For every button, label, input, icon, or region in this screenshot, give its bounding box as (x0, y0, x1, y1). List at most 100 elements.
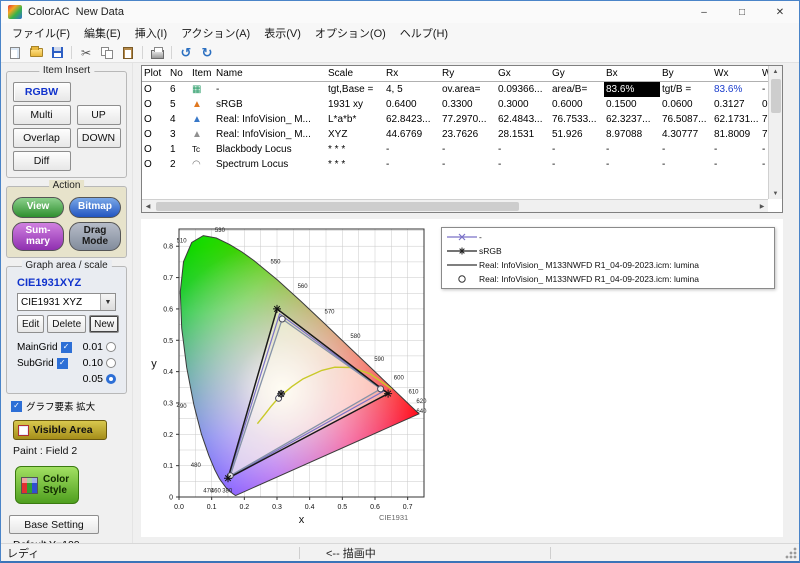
paste-icon[interactable] (119, 44, 137, 61)
column-header[interactable]: Wx (712, 66, 760, 81)
table-row[interactable]: O 5 ▲ sRGB 1931 xy 0.6400 0.3300 0.3000 0.6000 0.… (142, 97, 768, 112)
column-header[interactable]: No (168, 66, 190, 81)
scroll-right-icon[interactable]: ▶ (756, 203, 768, 210)
tt: 0.3 (272, 504, 282, 511)
maximize-button[interactable]: □ (723, 1, 761, 23)
copy-icon[interactable] (98, 44, 116, 61)
multi-button[interactable]: Multi (12, 105, 71, 125)
rgbw-button[interactable]: RGBW (12, 82, 71, 102)
menu-item[interactable]: ヘルプ(H) (393, 25, 455, 41)
legend-marker (447, 264, 477, 266)
step-010-radio[interactable] (106, 358, 116, 368)
chevron-down-icon[interactable]: ▼ (100, 294, 115, 310)
table-row[interactable]: O 6 ▦ - tgt,Base = 4, 5 ov.area= 0.09366... area… (142, 82, 768, 97)
color-style-button[interactable]: Color Style (15, 466, 79, 504)
table-cell: - (216, 84, 220, 95)
up-button[interactable]: UP (76, 105, 121, 125)
maingrid-checkbox[interactable] (60, 341, 72, 353)
item-icon: ▲ (192, 114, 202, 125)
tt: 0.6 (370, 504, 380, 511)
subgrid-checkbox[interactable] (56, 357, 68, 369)
horizontal-scroll-thumb[interactable] (156, 201, 520, 211)
path (458, 247, 466, 255)
column-header[interactable]: Item (190, 66, 214, 81)
table-row[interactable]: O 2 ◠ Spectrum Locus * * * - - - - - - - - (142, 157, 768, 172)
column-header[interactable]: Gx (496, 66, 550, 81)
real-marker (377, 385, 385, 393)
step-001-radio[interactable] (106, 342, 116, 352)
legend-label: Real: InfoVision_ M133NWFD R1_04-09-2023… (479, 260, 699, 270)
table-cell: 3 (170, 129, 176, 140)
open-file-icon[interactable] (27, 44, 45, 61)
default-y-label: Default Y=100 (13, 539, 132, 543)
table-cell: 0.6000 (552, 99, 583, 110)
diff-button[interactable]: Diff (12, 151, 71, 171)
column-header[interactable]: Rx (384, 66, 440, 81)
base-setting-button[interactable]: Base Setting (9, 515, 99, 534)
column-header[interactable]: Scale (326, 66, 384, 81)
down-button[interactable]: DOWN (76, 128, 121, 148)
edit-button[interactable]: Edit (17, 315, 45, 333)
cut-icon[interactable]: ✂ (77, 44, 95, 61)
redo-icon[interactable]: ↻ (198, 44, 216, 61)
save-icon[interactable] (48, 44, 66, 61)
plot-toggle-cell[interactable]: O (142, 82, 168, 97)
column-header[interactable]: Bx (604, 66, 660, 81)
view-button[interactable]: View (12, 197, 64, 218)
menu-item[interactable]: 表示(V) (257, 25, 308, 41)
table-cell: 76.7533... (552, 114, 597, 125)
toolbar-separator (71, 46, 72, 59)
table-cell: - (762, 159, 766, 170)
column-header[interactable]: By (660, 66, 712, 81)
menu-item[interactable]: アクション(A) (174, 25, 257, 41)
minimize-button[interactable]: – (685, 1, 723, 23)
table-cell: - (386, 144, 390, 155)
drag-mode-button[interactable]: Drag Mode (69, 222, 121, 251)
new-button[interactable]: New (89, 315, 120, 333)
close-button[interactable]: ✕ (761, 1, 799, 23)
plot-toggle-cell[interactable]: O (142, 97, 168, 112)
table-vertical-scrollbar[interactable]: ▲ ▼ (768, 66, 782, 199)
undo-icon[interactable]: ↺ (177, 44, 195, 61)
summary-button[interactable]: Sum- mary (12, 222, 64, 251)
tt: 0.8 (163, 244, 173, 251)
column-header[interactable]: Name (214, 66, 326, 81)
resize-grip[interactable] (784, 545, 798, 560)
print-icon[interactable] (148, 44, 166, 61)
column-header[interactable]: Plot (142, 66, 168, 81)
plot-toggle-cell[interactable]: O (142, 112, 168, 127)
new-file-icon[interactable] (6, 44, 24, 61)
menu-item[interactable]: オプション(O) (308, 25, 393, 41)
menu-item[interactable]: 編集(E) (77, 25, 128, 41)
vertical-scroll-thumb[interactable] (770, 79, 781, 113)
column-header[interactable]: Gy (550, 66, 604, 81)
plot-toggle-cell[interactable]: O (142, 157, 168, 172)
scroll-up-icon[interactable]: ▲ (769, 66, 782, 77)
delete-button[interactable]: Delete (47, 315, 87, 333)
table-horizontal-scrollbar[interactable]: ◀ ▶ (142, 199, 768, 212)
scale-select[interactable]: CIE1931 XYZ ▼ (17, 293, 116, 311)
legend-label: - (479, 232, 482, 242)
plot-toggle-cell[interactable]: O (142, 142, 168, 157)
column-header[interactable]: W (760, 66, 768, 81)
table-row[interactable]: O 4 ▲ Real: InfoVision_ M... L*a*b* 62.8423..… (142, 112, 768, 127)
menu-item[interactable]: 挿入(I) (128, 25, 174, 41)
action-title: Action (48, 180, 85, 191)
table-row[interactable]: O 3 ▲ Real: InfoVision_ M... XYZ 44.6769 23.76… (142, 127, 768, 142)
titlebar: ColorAC New Data – □ ✕ (1, 1, 799, 23)
column-header[interactable]: Ry (440, 66, 496, 81)
wl: 640 (416, 409, 427, 415)
bitmap-button[interactable]: Bitmap (69, 197, 121, 218)
plot-toggle-cell[interactable]: O (142, 127, 168, 142)
table-cell: 23.7626 (442, 129, 479, 140)
step-005-radio[interactable] (106, 374, 116, 384)
visible-area-button[interactable]: Visible Area (13, 420, 107, 440)
graph-zoom-checkbox[interactable] (11, 400, 22, 412)
menu-item[interactable]: ファイル(F) (5, 25, 77, 41)
scroll-down-icon[interactable]: ▼ (769, 188, 782, 199)
scroll-left-icon[interactable]: ◀ (142, 203, 154, 210)
table-row[interactable]: O 1 Tc Blackbody Locus * * * - - - - - - - - (142, 142, 768, 157)
overlap-button[interactable]: Overlap (12, 128, 71, 148)
table-cell: 0.3300 (442, 99, 473, 110)
maingrid-label: MainGrid (17, 341, 58, 353)
